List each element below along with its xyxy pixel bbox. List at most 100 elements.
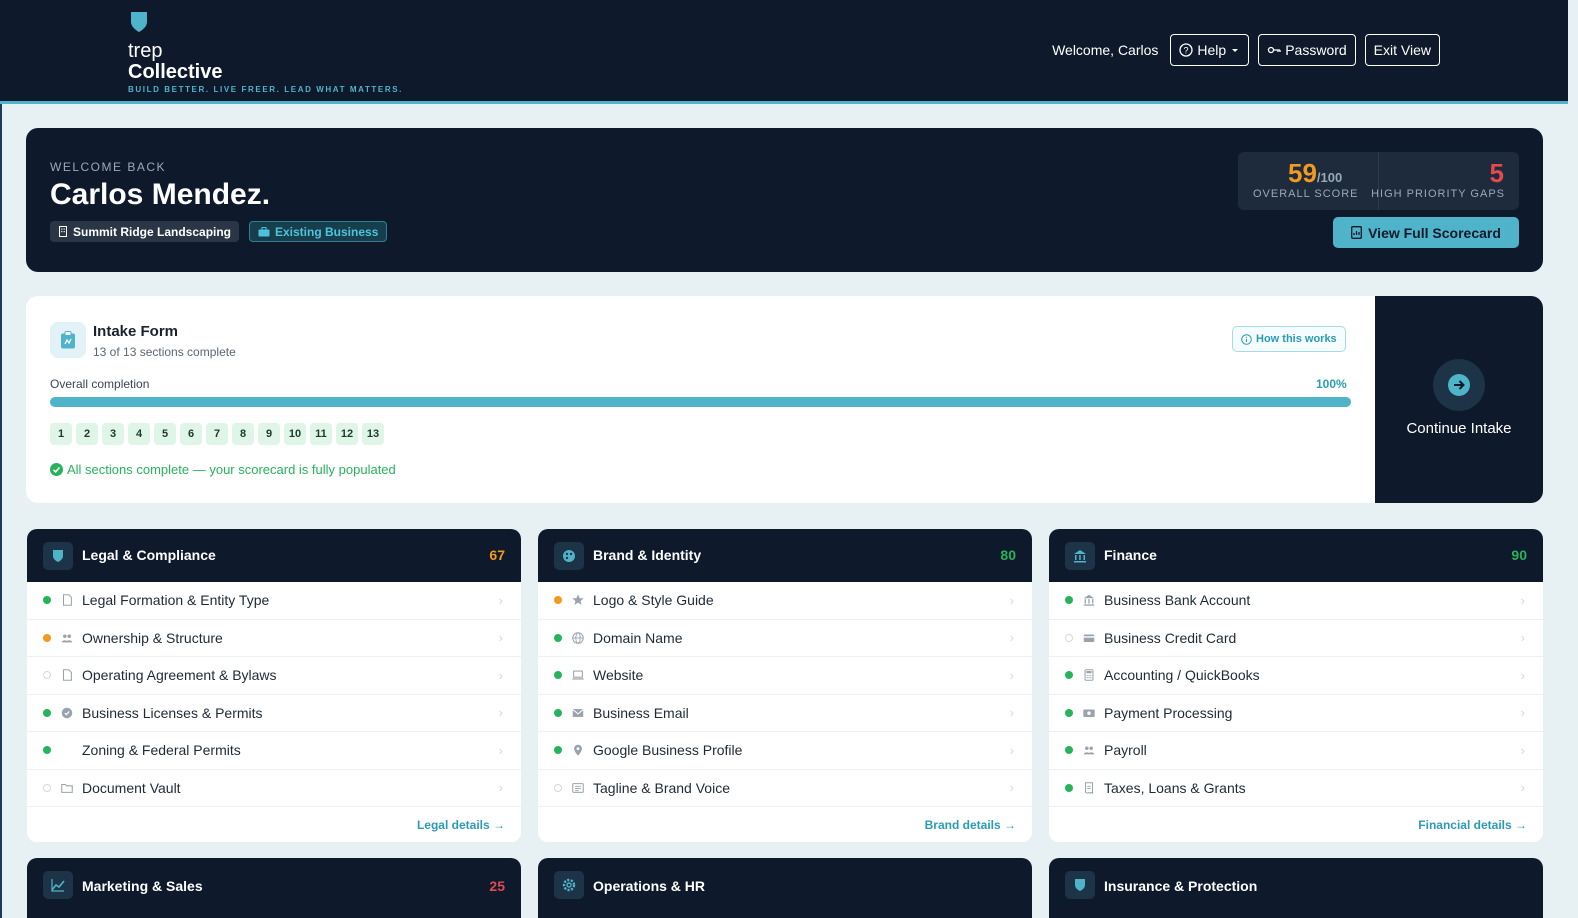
category-item[interactable]: Legal Formation & Entity Type › bbox=[27, 582, 521, 620]
category-item[interactable]: Taxes, Loans & Grants › bbox=[1049, 770, 1543, 807]
category-score: 67 bbox=[489, 547, 505, 563]
category-title: Finance bbox=[1104, 547, 1157, 563]
section-step[interactable]: 3 bbox=[102, 423, 124, 445]
category-item[interactable]: Business Credit Card › bbox=[1049, 620, 1543, 657]
category-item-label: Legal Formation & Entity Type bbox=[82, 592, 270, 609]
overall-score-max: /100 bbox=[1316, 170, 1343, 185]
category-details-link[interactable]: Financial details → bbox=[1418, 818, 1527, 832]
section-step[interactable]: 13 bbox=[362, 423, 384, 445]
category-item[interactable]: Logo & Style Guide › bbox=[538, 582, 1032, 620]
section-step[interactable]: 7 bbox=[206, 423, 228, 445]
category-item[interactable]: Website › bbox=[538, 657, 1032, 695]
chevron-right-icon: › bbox=[1009, 780, 1014, 796]
item-icon-slot bbox=[60, 706, 74, 720]
chevron-right-icon: › bbox=[498, 630, 503, 646]
overall-score-cell: 59/100 OVERALL SCORE bbox=[1238, 152, 1378, 210]
continue-intake-button[interactable]: Continue Intake bbox=[1375, 296, 1543, 503]
category-icon-box bbox=[1065, 871, 1095, 899]
brand-line1: trep bbox=[128, 40, 163, 62]
category-item[interactable]: Google Business Profile › bbox=[538, 732, 1032, 770]
section-step[interactable]: 12 bbox=[336, 423, 358, 445]
section-step[interactable]: 4 bbox=[128, 423, 150, 445]
password-button[interactable]: Password bbox=[1258, 34, 1356, 66]
category-item[interactable]: Business Bank Account › bbox=[1049, 582, 1543, 620]
building-icon bbox=[59, 226, 67, 237]
user-name-heading: Carlos Mendez. bbox=[50, 178, 271, 211]
pin-icon bbox=[574, 745, 582, 756]
completion-label: Overall completion bbox=[50, 377, 150, 391]
chevron-right-icon: › bbox=[1520, 592, 1525, 608]
category-item[interactable]: Tagline & Brand Voice › bbox=[538, 770, 1032, 807]
category-card[interactable]: Insurance & Protection bbox=[1049, 858, 1543, 918]
how-this-works-label: How this works bbox=[1256, 333, 1337, 345]
view-full-scorecard-label: View Full Scorecard bbox=[1368, 224, 1501, 241]
intake-subtitle: 13 of 13 sections complete bbox=[93, 345, 236, 359]
help-button[interactable]: ? Help bbox=[1170, 34, 1250, 66]
category-item[interactable]: Payment Processing › bbox=[1049, 695, 1543, 732]
category-item[interactable]: Domain Name › bbox=[538, 620, 1032, 657]
people-icon bbox=[1083, 746, 1095, 755]
section-step[interactable]: 5 bbox=[154, 423, 176, 445]
category-item[interactable]: Business Licenses & Permits › bbox=[27, 695, 521, 732]
intake-form-panel: Intake Form 13 of 13 sections complete H… bbox=[26, 296, 1375, 503]
section-step[interactable]: 10 bbox=[284, 423, 306, 445]
priority-gaps-label: HIGH PRIORITY GAPS bbox=[1371, 188, 1505, 200]
category-score: 90 bbox=[1511, 547, 1527, 563]
score-summary: 59/100 OVERALL SCORE 5 HIGH PRIORITY GAP… bbox=[1238, 152, 1519, 210]
exit-view-button[interactable]: Exit View bbox=[1364, 34, 1440, 66]
chevron-right-icon: › bbox=[1520, 742, 1525, 758]
section-step[interactable]: 6 bbox=[180, 423, 202, 445]
category-icon-box bbox=[1065, 542, 1095, 570]
category-item-label: Ownership & Structure bbox=[82, 629, 223, 646]
password-label: Password bbox=[1285, 42, 1347, 58]
category-item[interactable]: Payroll › bbox=[1049, 732, 1543, 770]
category-details-link[interactable]: Legal details → bbox=[417, 818, 505, 832]
category-score: 25 bbox=[489, 878, 505, 894]
category-item-label: Accounting / QuickBooks bbox=[1104, 667, 1260, 684]
category-item-label: Business Licenses & Permits bbox=[82, 704, 263, 721]
category-card-header[interactable]: Finance 90 bbox=[1049, 529, 1543, 582]
overall-score-value: 59 bbox=[1288, 158, 1317, 188]
exit-view-label: Exit View bbox=[1373, 42, 1431, 58]
section-step[interactable]: 11 bbox=[310, 423, 332, 445]
category-item[interactable]: Document Vault › bbox=[27, 770, 521, 807]
status-dot bbox=[43, 633, 51, 642]
category-card[interactable]: Marketing & Sales 25 bbox=[27, 858, 521, 918]
category-item-label: Tagline & Brand Voice bbox=[593, 779, 730, 796]
category-footer: Financial details → bbox=[1049, 807, 1543, 842]
bank-icon bbox=[1083, 595, 1095, 606]
section-step[interactable]: 8 bbox=[232, 423, 254, 445]
top-nav-bar: trep Collective BUILD BETTER. LIVE FREER… bbox=[0, 0, 1568, 104]
item-icon-slot bbox=[1082, 781, 1096, 795]
view-full-scorecard-button[interactable]: View Full Scorecard bbox=[1333, 217, 1519, 248]
status-dot bbox=[43, 671, 51, 680]
category-card-header[interactable]: Legal & Compliance 67 bbox=[27, 529, 521, 582]
brand-logo[interactable]: trep Collective BUILD BETTER. LIVE FREER… bbox=[128, 10, 403, 94]
chart-icon bbox=[51, 879, 65, 892]
welcome-hero: WELCOME BACK Carlos Mendez. Summit Ridge… bbox=[26, 128, 1543, 272]
section-step[interactable]: 1 bbox=[50, 423, 72, 445]
category-title: Insurance & Protection bbox=[1104, 878, 1258, 894]
category-item[interactable]: Ownership & Structure › bbox=[27, 620, 521, 657]
status-dot bbox=[1065, 671, 1073, 680]
category-card[interactable]: Operations & HR bbox=[538, 858, 1032, 918]
status-dot bbox=[43, 596, 51, 605]
category-details-link[interactable]: Brand details → bbox=[925, 818, 1016, 832]
card-icon bbox=[1083, 634, 1095, 642]
category-item[interactable]: Business Email › bbox=[538, 695, 1032, 732]
overall-score-label: OVERALL SCORE bbox=[1253, 188, 1359, 200]
how-this-works-button[interactable]: How this works bbox=[1232, 326, 1346, 352]
category-card-header[interactable]: Brand & Identity 80 bbox=[538, 529, 1032, 582]
status-dot bbox=[1065, 708, 1073, 717]
category-item[interactable]: Zoning & Federal Permits › bbox=[27, 732, 521, 770]
item-icon-slot bbox=[1082, 743, 1096, 757]
section-steps: 1 2 3 4 5 6 7 8 9 10 11 12 13 bbox=[50, 423, 384, 445]
category-item[interactable]: Accounting / QuickBooks › bbox=[1049, 657, 1543, 695]
section-step[interactable]: 9 bbox=[258, 423, 280, 445]
section-step[interactable]: 2 bbox=[76, 423, 98, 445]
category-item[interactable]: Operating Agreement & Bylaws › bbox=[27, 657, 521, 695]
svg-text:?: ? bbox=[1184, 46, 1189, 56]
continue-intake-label: Continue Intake bbox=[1406, 420, 1512, 437]
palette-icon bbox=[563, 550, 575, 562]
welcome-text: Welcome, Carlos bbox=[1052, 42, 1159, 58]
